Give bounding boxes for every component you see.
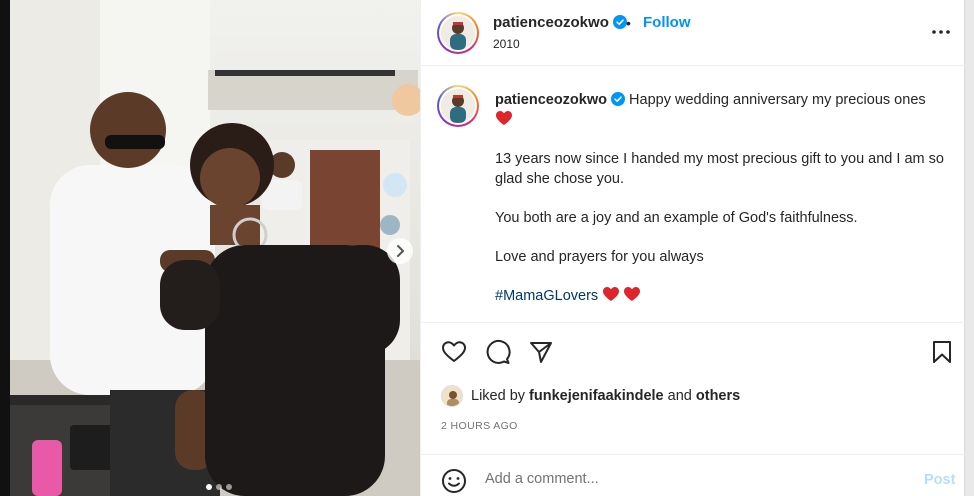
red-heart-emoji-icon — [624, 287, 641, 301]
liked-others-link[interactable]: others — [696, 388, 740, 404]
comment-divider — [421, 454, 965, 455]
post-timestamp[interactable]: 2 HOURS AGO — [441, 420, 518, 432]
more-options-icon[interactable] — [929, 20, 953, 44]
author-username-text[interactable]: patienceozokwo — [493, 14, 609, 31]
verified-badge-icon — [611, 92, 625, 106]
verified-badge-icon — [612, 15, 627, 29]
caption-line-1: Happy wedding anniversary my precious on… — [629, 92, 926, 108]
likes-summary: Liked by funkejenifaakindele and others — [441, 384, 740, 408]
red-heart-emoji-icon — [603, 287, 620, 301]
comment-input[interactable]: Add a comment... — [485, 471, 599, 487]
hashtag-link[interactable]: #MamaGLovers — [495, 288, 598, 304]
caption-username[interactable]: patienceozokwo — [495, 92, 607, 108]
carousel-next-button[interactable] — [387, 238, 413, 264]
caption-line-4: Love and prayers for you always — [495, 249, 704, 265]
post-comment-button[interactable]: Post — [924, 472, 955, 488]
photo-illustration — [10, 0, 420, 496]
backdrop-left — [0, 0, 10, 496]
backdrop-right — [964, 0, 974, 496]
follow-separator: • — [626, 15, 631, 31]
caption-avatar[interactable] — [437, 85, 479, 127]
post-photo[interactable] — [10, 0, 420, 496]
liked-prefix: Liked by — [471, 388, 526, 404]
avatar-image — [441, 89, 475, 123]
avatar-image — [442, 386, 462, 406]
post-location[interactable]: 2010 — [493, 37, 520, 51]
liked-user-link[interactable]: funkejenifaakindele — [529, 388, 664, 404]
post-caption: patienceozokwo Happy wedding anniversary… — [495, 90, 945, 325]
post-header: patienceozokwo • Follow 2010 — [421, 0, 965, 66]
author-avatar[interactable] — [437, 12, 479, 54]
paper-plane-icon[interactable] — [528, 339, 554, 365]
post-details-panel: patienceozokwo • Follow 2010 patienceozo… — [420, 0, 965, 496]
bookmark-icon[interactable] — [929, 339, 955, 365]
carousel-next-icon — [397, 245, 404, 257]
actions-divider — [421, 322, 965, 323]
author-username[interactable]: patienceozokwo — [493, 14, 627, 31]
liker-avatar[interactable] — [441, 385, 463, 407]
caption-line-3: You both are a joy and an example of God… — [495, 210, 858, 226]
caption-line-2: 13 years now since I handed my most prec… — [495, 151, 944, 187]
red-heart-emoji-icon — [496, 111, 512, 125]
carousel-indicator — [206, 484, 232, 490]
avatar-image — [441, 16, 475, 50]
emoji-icon[interactable] — [441, 468, 467, 494]
post-modal: patienceozokwo • Follow 2010 patienceozo… — [0, 0, 974, 496]
liked-joiner: and — [667, 388, 692, 404]
carousel-dot — [226, 484, 232, 490]
heart-outline-icon[interactable] — [441, 339, 467, 365]
carousel-dot — [206, 484, 212, 490]
carousel-dot — [216, 484, 222, 490]
comment-icon[interactable] — [485, 339, 511, 365]
follow-button[interactable]: Follow — [643, 14, 691, 31]
